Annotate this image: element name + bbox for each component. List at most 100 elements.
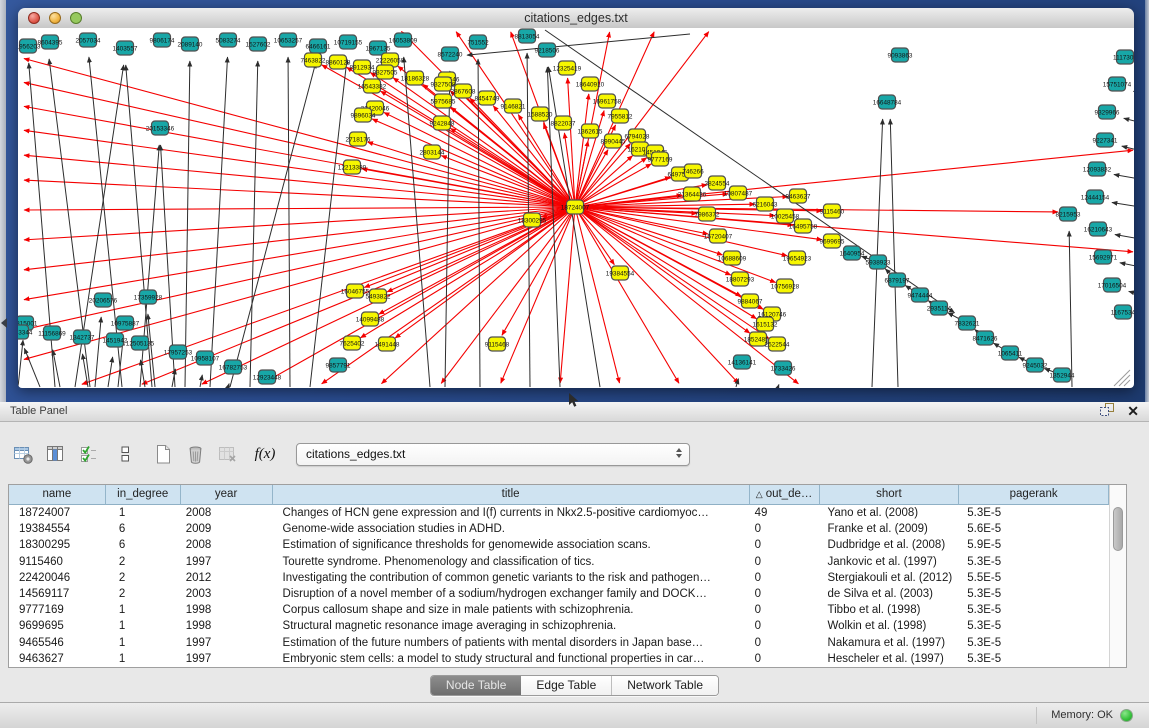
- graph-edge: [441, 207, 575, 383]
- table-cell: 1997: [181, 651, 273, 667]
- graph-node-label: 1640954: [840, 250, 865, 257]
- table-row[interactable]: 946362711997Embryonic stem cells: a mode…: [9, 651, 1109, 667]
- graph-node-label: 2867608: [451, 88, 476, 95]
- graph-node-label: 12505135: [126, 340, 155, 347]
- table-row[interactable]: 2242004622012Investigating the contribut…: [9, 570, 1109, 586]
- graph-node-label: 2089140: [178, 41, 203, 48]
- network-window[interactable]: citations_edges.txt 19562038604395205703…: [18, 8, 1134, 388]
- table-row[interactable]: 946554611997Estimation of the future num…: [9, 635, 1109, 651]
- network-desktop: citations_edges.txt 19562038604395205703…: [0, 0, 1149, 402]
- table-cell: 5.3E-5: [959, 651, 1109, 667]
- close-panel-button[interactable]: ✕: [1127, 402, 1139, 421]
- node-table: namein_degreeyeartitle△out_de…shortpager…: [8, 484, 1127, 668]
- column-header-title[interactable]: title: [273, 485, 750, 505]
- table-cell: 9465546: [9, 635, 106, 651]
- table-cell: 0: [750, 602, 820, 618]
- graph-node-label: 8912934: [350, 64, 375, 71]
- table-cell: Hescheler et al. (1997): [820, 651, 960, 667]
- table-cell: 14569117: [9, 586, 106, 602]
- right-splitter[interactable]: [1145, 0, 1149, 402]
- column-header-in-degree[interactable]: in_degree: [106, 485, 181, 505]
- table-cell: Jankovic et al. (1997): [820, 554, 960, 570]
- table-cell: 2008: [181, 537, 273, 553]
- float-panel-button[interactable]: [1098, 401, 1115, 423]
- table-cell: 5.3E-5: [959, 618, 1109, 634]
- table-row[interactable]: 977716911998Corpus callosum shape and si…: [9, 602, 1109, 618]
- table-cell: Estimation of the future numbers of pati…: [273, 635, 750, 651]
- table-cell: 2009: [181, 521, 273, 537]
- column-header-name[interactable]: name: [9, 485, 106, 505]
- graph-node-label: 1117305: [1113, 54, 1134, 61]
- table-cell: 2: [106, 570, 181, 586]
- mouse-cursor: [569, 393, 581, 409]
- graph-node-label: 10975887: [111, 320, 140, 327]
- graph-node-label: 1588520: [528, 111, 553, 118]
- graph-node-label: 1352944: [1050, 372, 1075, 379]
- table-cell: 22420046: [9, 570, 106, 586]
- column-header-pagerank[interactable]: pagerank: [959, 485, 1109, 505]
- column-header-short[interactable]: short: [820, 485, 960, 505]
- graph-node-label: 6216043: [753, 201, 778, 208]
- graph-node-label: 2057034: [76, 37, 101, 44]
- row-checklist-icon[interactable]: [76, 441, 102, 467]
- graph-node-label: 2718176: [346, 136, 371, 143]
- graph-node-label: 751552: [467, 39, 489, 46]
- graph-node-label: 9463627: [786, 193, 811, 200]
- graph-node-label: 9896034: [351, 112, 376, 119]
- graph-node-label: 6879197: [885, 277, 910, 284]
- tab-edge-table[interactable]: Edge Table: [521, 676, 611, 695]
- graph-node-label: 9806174: [150, 37, 175, 44]
- graph-node-label: 1491448: [375, 341, 400, 348]
- new-table-icon[interactable]: [150, 441, 176, 467]
- table-cell: Tourette syndrome. Phenomenology and cla…: [273, 554, 750, 570]
- network-canvas[interactable]: 1956203860439520570341403557980617420891…: [18, 28, 1134, 388]
- table-row[interactable]: 969969511998Structural magnetic resonanc…: [9, 618, 1109, 634]
- table-scrollbar[interactable]: [1109, 485, 1126, 667]
- table-cell: 1: [106, 505, 181, 521]
- table-selector[interactable]: citations_edges.txt: [296, 443, 690, 466]
- table-cell: 5.3E-5: [959, 505, 1109, 521]
- network-window-titlebar[interactable]: citations_edges.txt: [18, 8, 1134, 29]
- graph-node-label: 8822037: [551, 120, 576, 127]
- graph-edge: [1120, 263, 1134, 268]
- table-cell: 2: [106, 554, 181, 570]
- table-row[interactable]: 1456911722003Disruption of a novel membe…: [9, 586, 1109, 602]
- graph-edge: [1129, 291, 1134, 296]
- table-cell: Structural magnetic resonance image aver…: [273, 618, 750, 634]
- table-cell: 5.6E-5: [959, 521, 1109, 537]
- column-header-out-de-[interactable]: △out_de…: [750, 485, 820, 505]
- graph-node-label: 19384554: [606, 270, 635, 277]
- graph-node-label: 10653257: [274, 37, 303, 44]
- table-cell: 0: [750, 618, 820, 634]
- graph-edge: [778, 384, 779, 387]
- table-cell: 2: [106, 586, 181, 602]
- function-builder-icon[interactable]: f(x): [252, 441, 278, 467]
- table-row[interactable]: 911546021997Tourette syndrome. Phenomeno…: [9, 554, 1109, 570]
- select-columns-icon[interactable]: [42, 441, 68, 467]
- collapse-splitter-icon[interactable]: [1, 318, 7, 328]
- graph-node-label: 9115468: [485, 341, 510, 348]
- table-scrollbar-thumb[interactable]: [1113, 507, 1123, 551]
- tab-node-table[interactable]: Node Table: [431, 676, 522, 695]
- resize-grip-icon[interactable]: [1124, 380, 1130, 386]
- table-row[interactable]: 1872400712008Changes of HCN gene express…: [9, 505, 1109, 521]
- table-cell: 19384554: [9, 521, 106, 537]
- graph-node-label: 1403557: [113, 45, 138, 52]
- resize-grip-icon[interactable]: [1119, 375, 1130, 386]
- table-row[interactable]: 1938455462009Genome-wide association stu…: [9, 521, 1109, 537]
- column-header-year[interactable]: year: [181, 485, 273, 505]
- table-cell: 0: [750, 651, 820, 667]
- graph-edge: [140, 145, 159, 387]
- left-splitter[interactable]: [0, 0, 6, 402]
- graph-node-label: 1615132: [753, 321, 778, 328]
- delete-rows-icon[interactable]: [182, 441, 208, 467]
- table-row[interactable]: 1830029562008Estimation of significance …: [9, 537, 1109, 553]
- merge-rows-icon[interactable]: [112, 441, 138, 467]
- table-cell: Genome-wide association studies in ADHD.: [273, 521, 750, 537]
- graph-edge: [24, 180, 575, 207]
- tab-network-table[interactable]: Network Table: [611, 676, 718, 695]
- delete-table-icon[interactable]: [214, 441, 240, 467]
- table-settings-icon[interactable]: [10, 441, 36, 467]
- graph-node-label: 10807487: [724, 190, 753, 197]
- graph-edge: [24, 207, 575, 210]
